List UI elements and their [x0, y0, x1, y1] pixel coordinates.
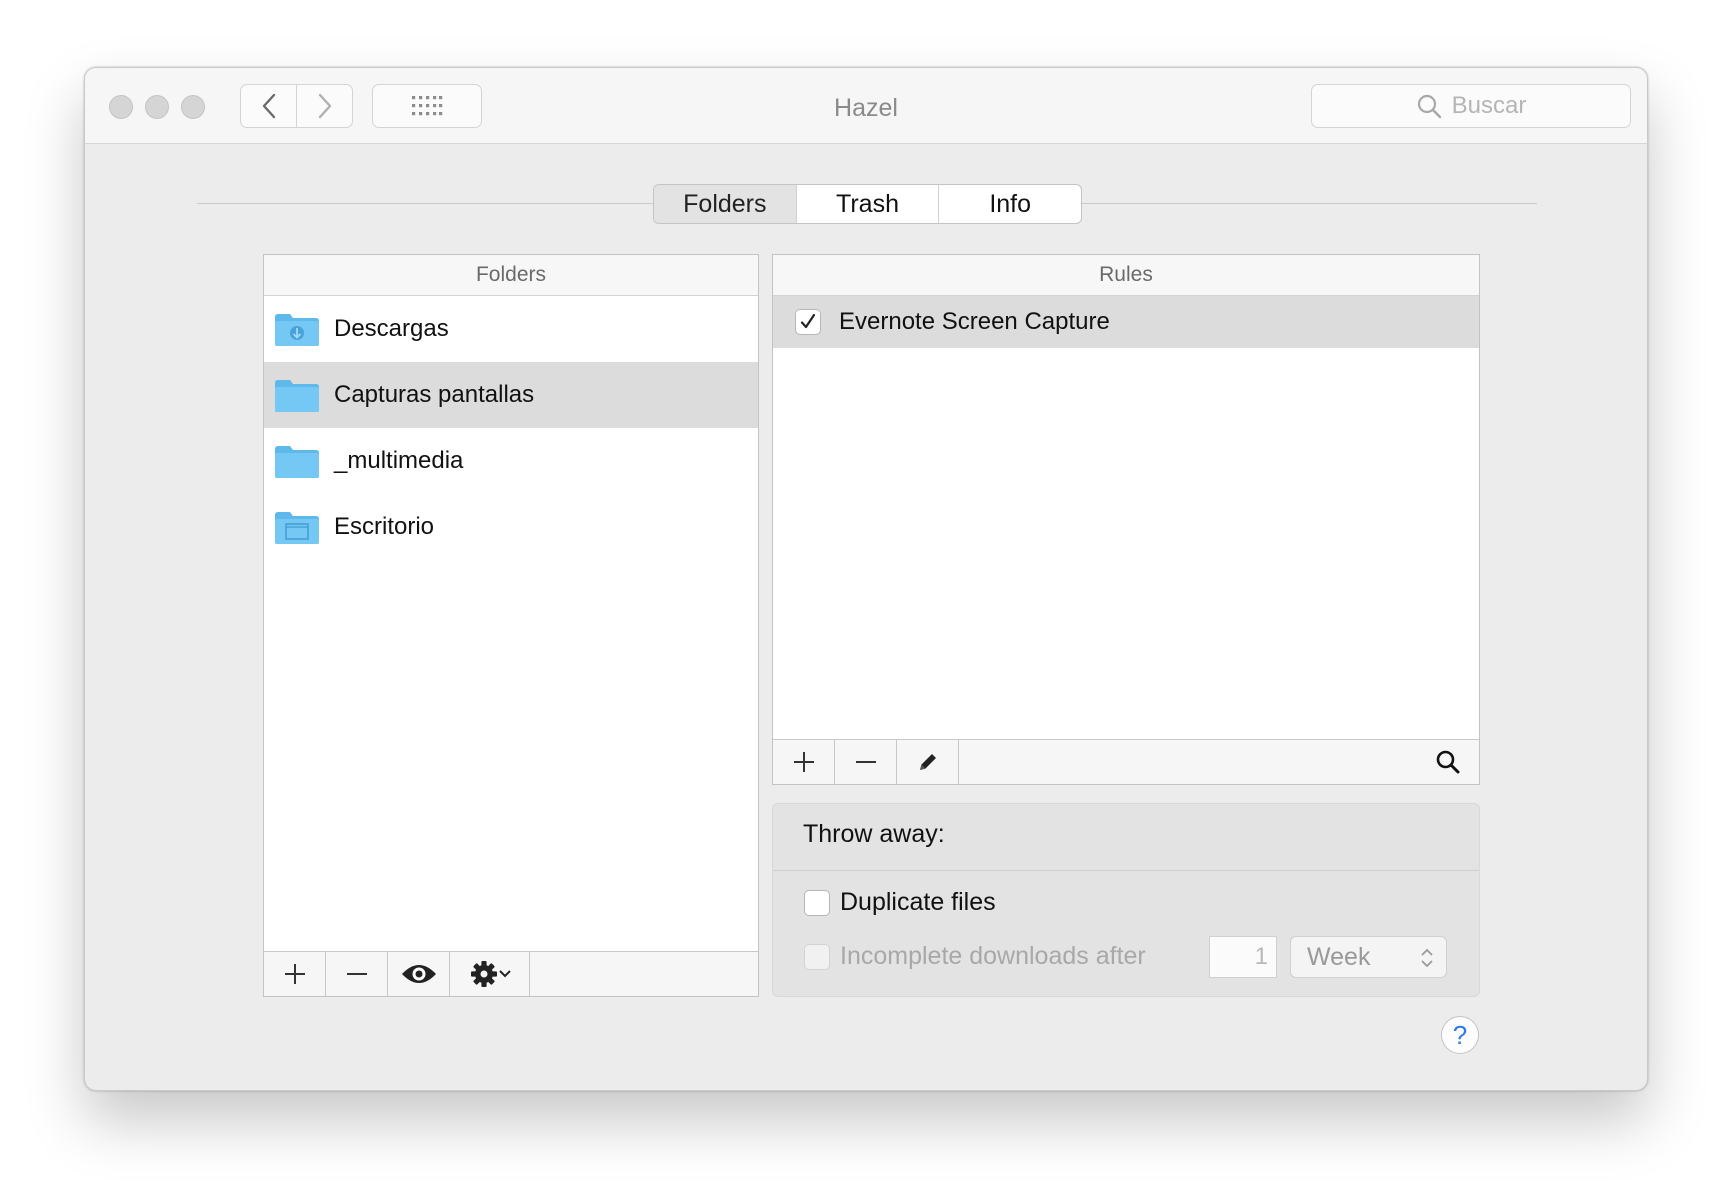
- edit-rule-button[interactable]: [897, 740, 959, 784]
- rule-item-label: Evernote Screen Capture: [839, 308, 1110, 335]
- rules-panel: Rules Evernote Screen Capture: [772, 254, 1480, 785]
- incomplete-downloads-option[interactable]: Incomplete downloads after: [804, 942, 1146, 971]
- add-rule-button[interactable]: [773, 740, 835, 784]
- incomplete-downloads-checkbox[interactable]: [804, 943, 830, 970]
- folder-item-label: Capturas pantallas: [334, 381, 535, 408]
- throw-away-box: Throw away: Duplicate files Incomplete d…: [772, 803, 1480, 997]
- folders-panel: Folders Descargas Capturas pantallas _mu…: [263, 254, 759, 997]
- throw-away-title: Throw away:: [803, 820, 945, 848]
- titlebar: Hazel Buscar: [85, 68, 1647, 144]
- rules-toolbar: [773, 739, 1479, 784]
- search-placeholder: Buscar: [1451, 92, 1527, 119]
- preview-rule-button[interactable]: [1417, 740, 1479, 784]
- folder-item-multimedia[interactable]: _multimedia: [264, 428, 758, 494]
- folder-item-label: Descargas: [334, 315, 449, 342]
- folder-item-label: _multimedia: [334, 447, 464, 474]
- preferences-window: Hazel Buscar Folders Trash Info Folders …: [84, 67, 1648, 1091]
- incomplete-downloads-label: Incomplete downloads after: [840, 942, 1146, 970]
- downloads-folder-icon: [275, 314, 319, 346]
- eye-icon: [401, 965, 436, 983]
- folder-item-capturas-pantallas[interactable]: Capturas pantallas: [264, 362, 758, 428]
- magnifier-icon: [1436, 750, 1460, 774]
- pencil-icon: [919, 754, 936, 770]
- folder-icon: [275, 380, 319, 412]
- add-folder-button[interactable]: [264, 952, 326, 996]
- tab-folders[interactable]: Folders: [654, 185, 796, 223]
- updown-chevron-icon: [1421, 948, 1433, 968]
- search-icon: [1417, 94, 1441, 119]
- incomplete-downloads-count-field[interactable]: 1: [1209, 936, 1277, 978]
- tab-bar: Folders Trash Info: [653, 184, 1082, 224]
- help-question-icon: ?: [1452, 1019, 1468, 1050]
- folder-item-label: Escritorio: [334, 513, 435, 540]
- gear-icon: [470, 961, 497, 987]
- folders-toolbar: [264, 951, 758, 996]
- minus-icon: [855, 761, 876, 763]
- help-button[interactable]: ?: [1441, 1016, 1479, 1054]
- folder-item-descargas[interactable]: Descargas: [264, 296, 758, 362]
- remove-rule-button[interactable]: [835, 740, 897, 784]
- rule-enabled-checkbox[interactable]: [795, 309, 821, 335]
- preview-folder-button[interactable]: [388, 952, 450, 996]
- unit-select-value: Week: [1307, 942, 1371, 971]
- desktop-folder-icon: [275, 512, 319, 544]
- plus-icon: [284, 964, 305, 984]
- plus-icon: [793, 752, 814, 772]
- chevron-down-icon: [498, 970, 511, 978]
- duplicate-files-checkbox[interactable]: [804, 889, 830, 916]
- tab-trash[interactable]: Trash: [795, 185, 939, 223]
- folder-actions-menu-button[interactable]: [450, 952, 530, 996]
- checkmark-icon: [800, 313, 816, 329]
- throw-away-divider: [773, 870, 1479, 871]
- rule-item-evernote-screen-capture[interactable]: Evernote Screen Capture: [773, 296, 1479, 348]
- folders-header: Folders: [264, 255, 758, 296]
- tab-info[interactable]: Info: [938, 185, 1081, 223]
- incomplete-downloads-unit-select[interactable]: Week: [1290, 936, 1447, 978]
- minus-icon: [346, 973, 367, 975]
- duplicate-files-label: Duplicate files: [840, 888, 996, 916]
- duplicate-files-option[interactable]: Duplicate files: [804, 888, 996, 917]
- search-field[interactable]: Buscar: [1311, 84, 1631, 128]
- remove-folder-button[interactable]: [326, 952, 388, 996]
- folder-icon: [275, 446, 319, 478]
- folder-item-escritorio[interactable]: Escritorio: [264, 494, 758, 560]
- rules-header: Rules: [773, 255, 1479, 296]
